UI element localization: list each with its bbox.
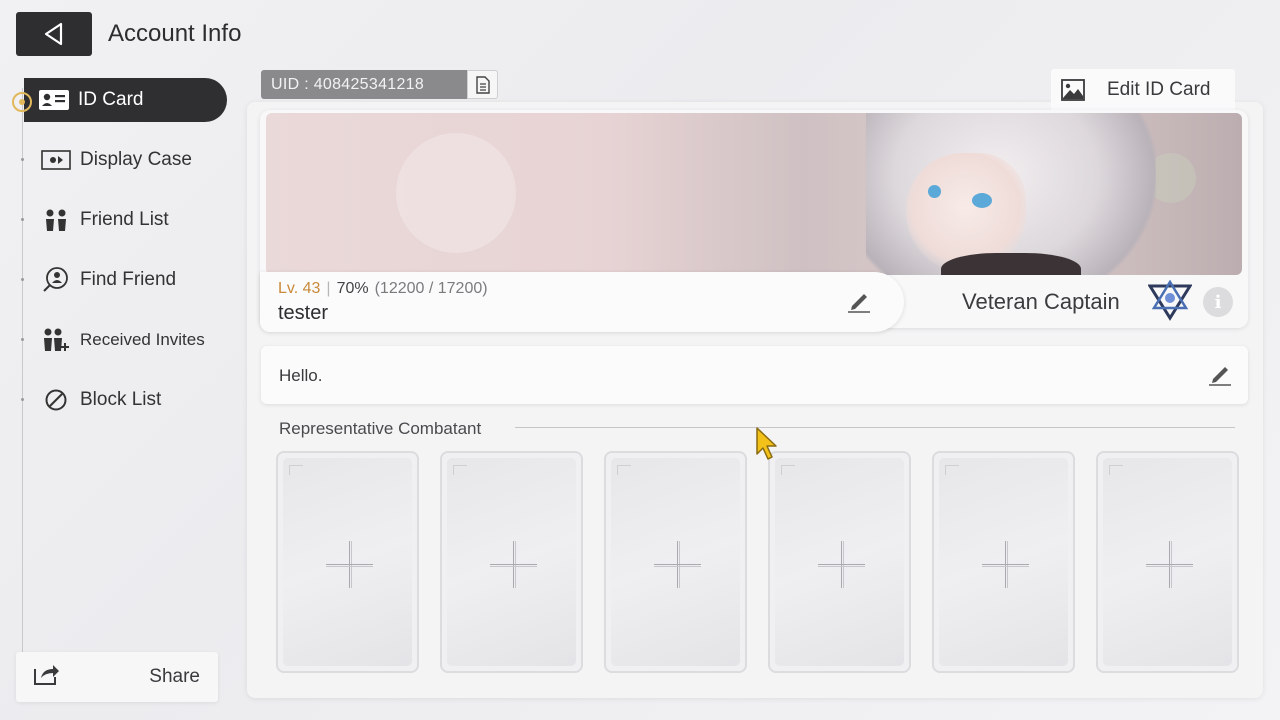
sidebar-item-label: Friend List (80, 209, 169, 230)
sidebar-item-received-invites[interactable]: Received Invites (21, 318, 227, 362)
sidebar-item-label: Display Case (80, 149, 192, 170)
combatant-slot[interactable] (276, 451, 419, 673)
level-line: Lv. 43 | 70% (12200 / 17200) (278, 280, 488, 298)
combatant-slot[interactable] (604, 451, 747, 673)
sidebar-item-label: Received Invites (80, 330, 205, 349)
add-combatant-icon (1146, 541, 1193, 588)
copy-icon (475, 75, 490, 94)
exp-ratio: (12200 / 17200) (374, 280, 488, 297)
sidebar-rail (22, 88, 23, 698)
active-indicator (12, 92, 32, 112)
pencil-icon (848, 294, 870, 313)
section-label: Representative Combatant (279, 419, 482, 438)
profile-banner-image (266, 113, 1242, 275)
block-icon (40, 388, 72, 412)
back-button[interactable] (16, 12, 92, 56)
received-invites-icon (40, 328, 72, 352)
add-combatant-icon (982, 541, 1029, 588)
sidebar-item-display-case[interactable]: Display Case (21, 138, 227, 182)
greeting-box (261, 346, 1248, 404)
add-combatant-icon (654, 541, 701, 588)
username: tester (278, 302, 329, 324)
player-title: Veteran Captain (962, 289, 1120, 314)
add-combatant-icon (490, 541, 537, 588)
greeting-text: Hello. (279, 366, 323, 385)
share-label: Share (149, 666, 200, 687)
copy-uid-button[interactable] (467, 70, 498, 99)
uid-box: UID : 408425341218 (261, 70, 498, 99)
sidebar-item-friend-list[interactable]: Friend List (21, 198, 227, 242)
share-icon (32, 661, 60, 693)
friends-icon (40, 208, 72, 232)
rank-badge-icon (1147, 279, 1193, 322)
share-button[interactable]: Share (16, 652, 218, 702)
uid-text: UID : 408425341218 (261, 70, 467, 99)
combatant-slot[interactable] (768, 451, 911, 673)
combatant-slot[interactable] (440, 451, 583, 673)
page-title: Account Info (108, 20, 242, 47)
sidebar-item-label: ID Card (78, 89, 144, 110)
image-icon (1061, 79, 1085, 101)
display-case-icon (40, 148, 72, 172)
sidebar-item-find-friend[interactable]: Find Friend (21, 258, 227, 302)
back-arrow-icon (44, 22, 63, 46)
combatant-slot[interactable] (1096, 451, 1239, 673)
sidebar-item-id-card[interactable]: ID Card (24, 78, 227, 122)
edit-name-button[interactable] (846, 289, 872, 313)
add-combatant-icon (818, 541, 865, 588)
level-value: Lv. 43 (278, 280, 321, 297)
edit-id-card-button[interactable]: Edit ID Card (1051, 69, 1235, 111)
edit-id-card-label: Edit ID Card (1107, 79, 1211, 100)
mouse-cursor-icon (754, 426, 784, 462)
combatant-slot[interactable] (932, 451, 1075, 673)
add-combatant-icon (326, 541, 373, 588)
sidebar-item-block-list[interactable]: Block List (21, 378, 227, 422)
pencil-icon (1209, 367, 1231, 386)
level-separator: | (326, 280, 331, 297)
info-icon[interactable]: i (1203, 287, 1233, 317)
sidebar-item-label: Find Friend (80, 269, 177, 290)
exp-percent: 70% (336, 280, 369, 297)
sidebar-item-label: Block List (80, 389, 162, 410)
id-card-icon (38, 88, 70, 112)
find-friend-icon (40, 267, 72, 292)
section-divider (515, 427, 1235, 428)
edit-greeting-button[interactable] (1207, 362, 1233, 386)
